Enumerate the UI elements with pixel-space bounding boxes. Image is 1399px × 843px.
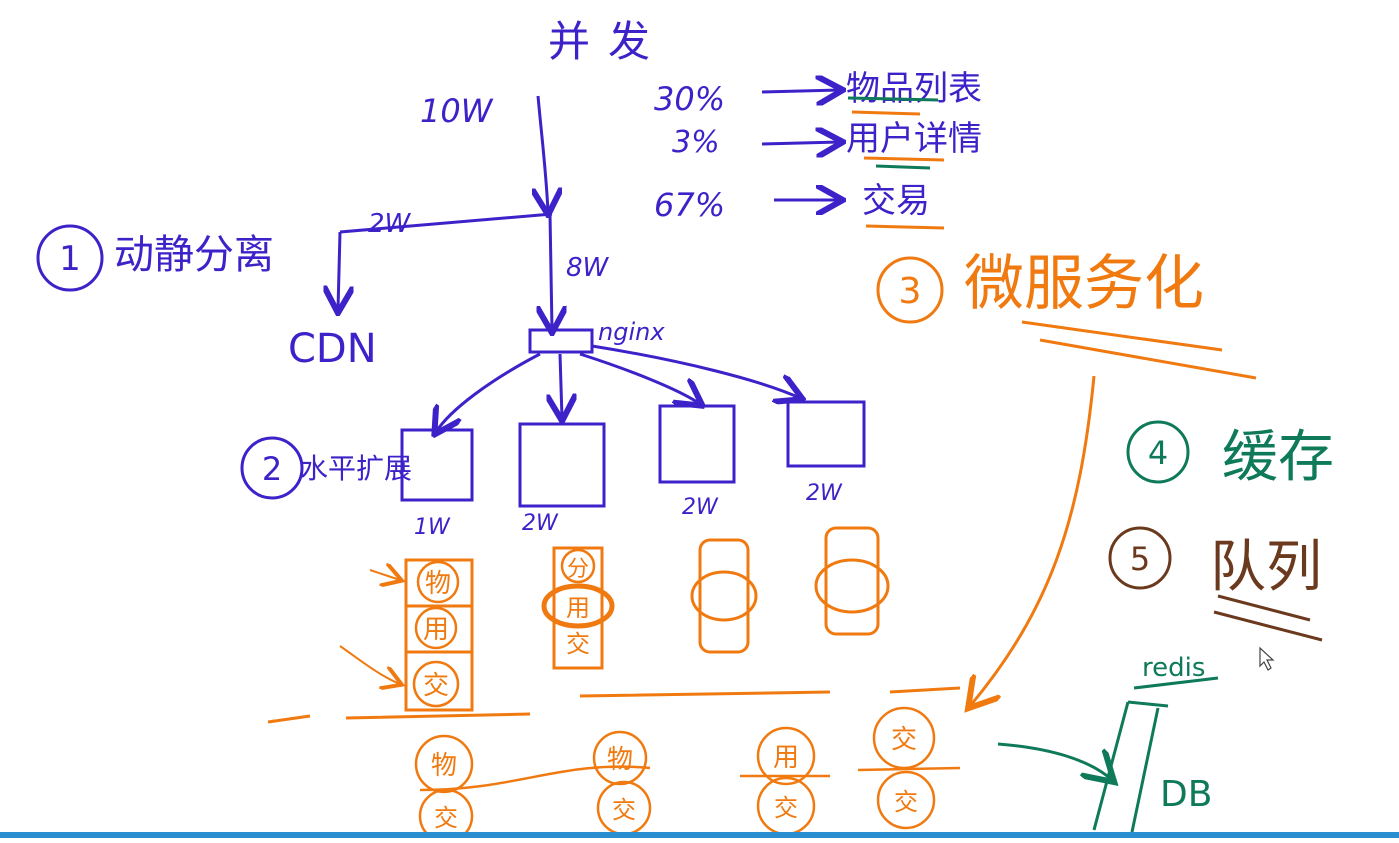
step-4-label: 缓存	[1222, 425, 1334, 490]
server-box-1	[400, 428, 474, 502]
nginx-traffic-label: 8W	[566, 253, 610, 283]
microservice-arrow	[970, 375, 1096, 706]
service-2-top: 物	[607, 745, 633, 775]
server-load-4: 2W	[806, 481, 843, 506]
cache-db-area: redis DB	[997, 653, 1219, 833]
server-2-module-3: 交	[566, 630, 590, 658]
cdn-traffic-label: 2W	[368, 209, 412, 239]
breakdown-target-2: 用户详情	[846, 119, 982, 159]
diagram-title: 并发	[548, 17, 668, 66]
server-load-1: 1W	[414, 515, 451, 540]
server-box-4	[786, 400, 866, 468]
service-3-top: 用	[773, 743, 799, 773]
step-1: 1 动静分离	[36, 224, 274, 292]
step-2-label: 水平扩展	[300, 452, 412, 485]
server-box-2	[518, 422, 606, 508]
server-1-module-1: 物	[425, 569, 451, 599]
nginx-fanout	[436, 344, 800, 432]
step-4: 4 缓存	[1126, 420, 1334, 490]
step-3-label: 微服务化	[964, 249, 1204, 319]
breakdown-percent-1: 30%	[654, 80, 725, 118]
server-1-module-2: 用	[423, 615, 449, 645]
step-2-number: 2	[262, 450, 282, 488]
server-1-module-3: 交	[423, 671, 449, 701]
step-3: 3 微服务化	[876, 249, 1257, 706]
db-label: DB	[1160, 774, 1212, 815]
step-2: 2 水平扩展	[240, 436, 412, 500]
service-3-bottom: 交	[774, 794, 798, 822]
breakdown-percent-3: 67%	[654, 186, 725, 224]
nginx-box	[528, 328, 594, 354]
step-5-number: 5	[1130, 540, 1150, 578]
server-load-3: 2W	[682, 495, 719, 520]
step-5: 5 队列	[1108, 526, 1323, 642]
server-2-module-2: 用	[566, 594, 590, 622]
cache-label: redis	[1142, 653, 1205, 683]
step-1-number: 1	[59, 239, 81, 279]
breakdown-list: 30% 物品列表 3% 用户详情 67% 交易	[654, 69, 982, 230]
service-4-top: 交	[891, 725, 917, 755]
server-2-module-1: 分	[567, 557, 589, 582]
cdn-label: CDN	[288, 326, 377, 372]
microservices: 物 交 物 交 用 交 交 交	[414, 706, 961, 843]
server-box-3	[658, 404, 736, 484]
window-bottom-edge	[0, 832, 1399, 838]
server-load-2: 2W	[522, 511, 559, 536]
layer-divider	[267, 686, 961, 724]
architecture-sketch: 并发 10W 2W CDN 8W nginx 1W 2W 2W 2W 30% 物…	[36, 17, 1334, 843]
db-arrow	[997, 742, 1112, 780]
service-1-top: 物	[431, 751, 457, 781]
breakdown-percent-2: 3%	[672, 125, 720, 160]
breakdown-target-3: 交易	[862, 181, 930, 221]
service-1-bottom: 交	[434, 804, 458, 832]
step-4-number: 4	[1148, 434, 1168, 472]
server-boxes	[400, 400, 866, 508]
breakdown-arrow-1	[761, 90, 840, 92]
cdn-arrow	[338, 231, 340, 310]
breakdown-target-1: 物品列表	[846, 69, 982, 109]
step-1-label: 动静分离	[114, 232, 274, 278]
step-3-number: 3	[899, 271, 922, 312]
nginx-arrow	[550, 213, 552, 330]
service-2-bottom: 交	[612, 796, 636, 824]
breakdown-arrow-2	[761, 142, 840, 144]
server-modules: 物 用 交 分 用 交	[339, 526, 890, 712]
service-4-bottom: 交	[894, 788, 918, 816]
total-traffic-label: 10W	[420, 92, 494, 130]
whiteboard-canvas: 并发 10W 2W CDN 8W nginx 1W 2W 2W 2W 30% 物…	[0, 0, 1399, 843]
main-flow-arrow	[538, 95, 548, 212]
step-5-label: 队列	[1210, 535, 1322, 600]
mouse-cursor-icon	[1259, 646, 1275, 671]
nginx-label: nginx	[598, 318, 665, 346]
